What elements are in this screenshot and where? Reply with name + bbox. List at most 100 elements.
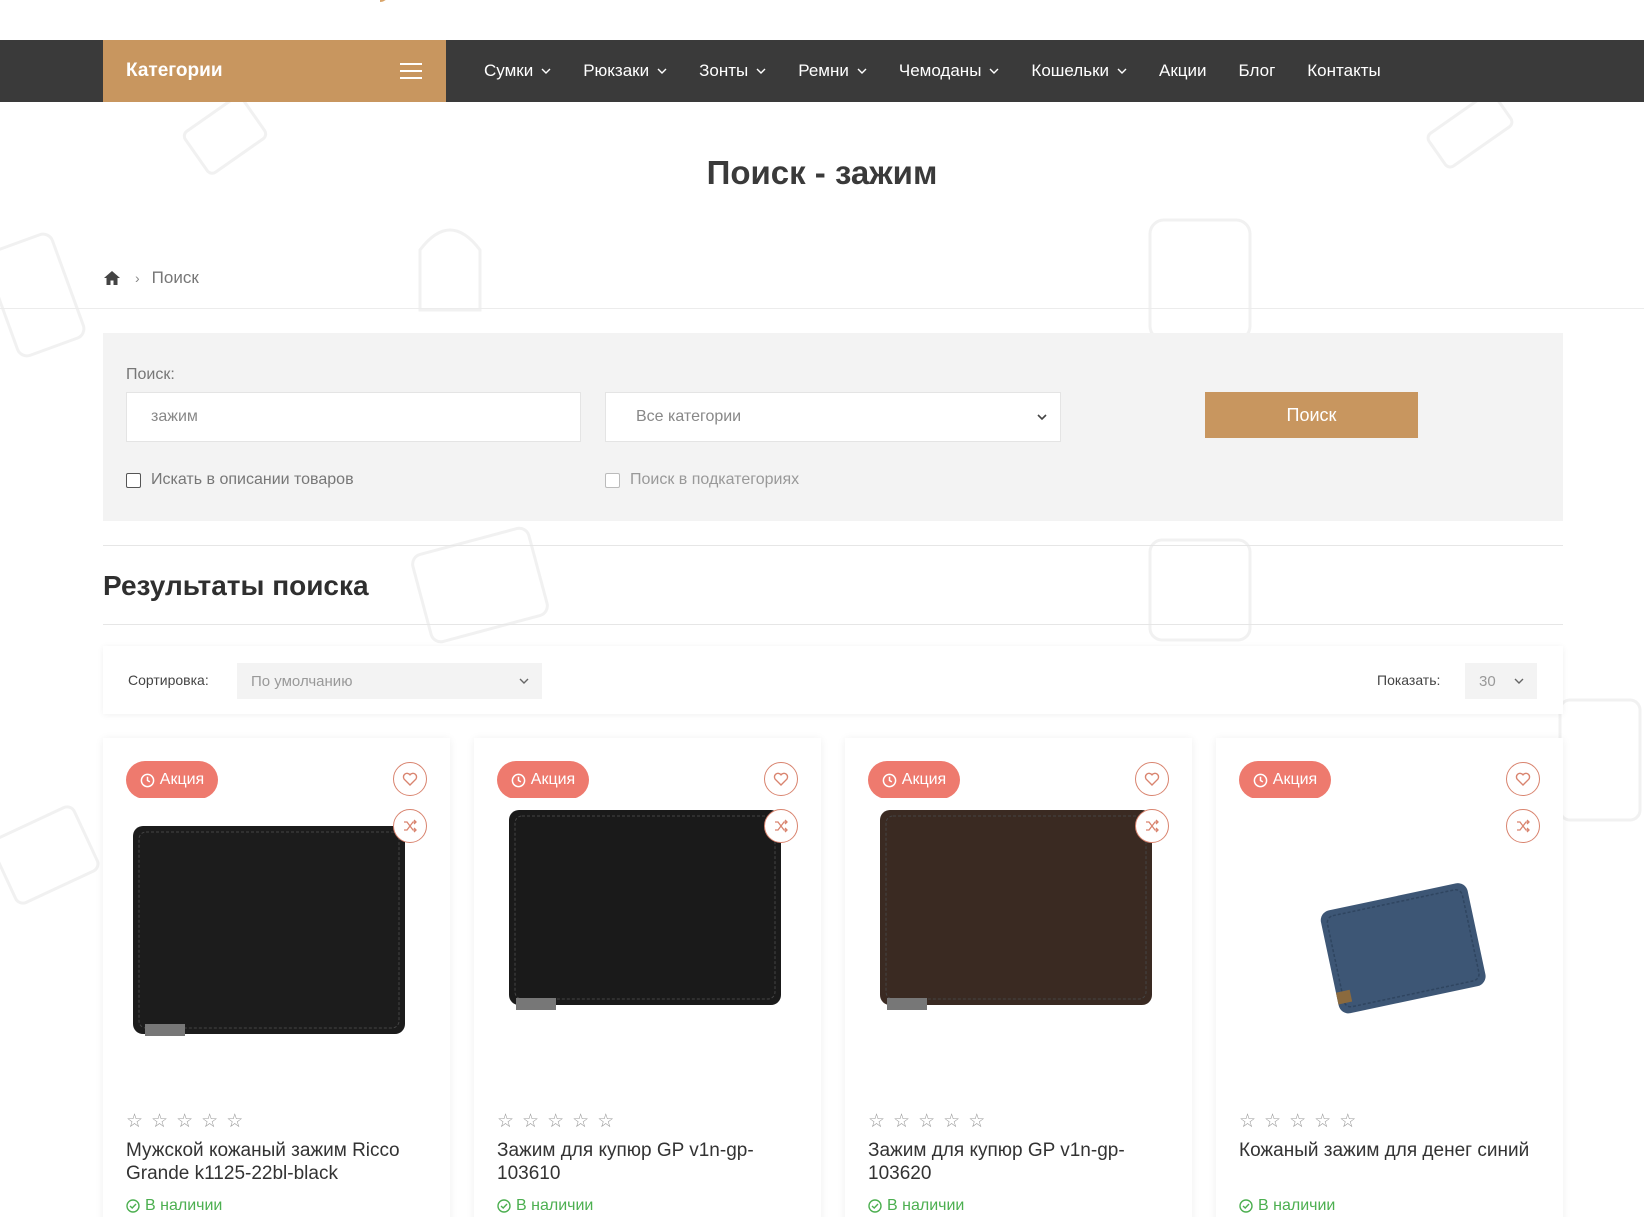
breadcrumb-separator: › [135,270,140,286]
divider [0,308,1644,309]
check-circle-icon [126,1199,140,1213]
wishlist-button[interactable] [393,762,427,796]
product-name[interactable]: Кожаный зажим для денег синий [1239,1140,1549,1163]
search-panel: Поиск: зажим Все категории Поиск Искать … [103,333,1563,521]
show-count-select[interactable]: 30 [1465,663,1537,699]
heart-icon [402,772,418,786]
chevron-down-icon [657,68,667,74]
star-icon: ☆ [597,1111,615,1132]
product-image[interactable] [484,798,811,1078]
star-icon: ☆ [943,1111,961,1132]
shuffle-icon [1146,819,1159,833]
star-icon: ☆ [201,1111,219,1132]
wishlist-button[interactable] [1506,762,1540,796]
show-count-value: 30 [1479,672,1496,690]
category-select[interactable]: Все категории [605,392,1061,442]
star-icon: ☆ [968,1111,986,1132]
clock-icon [140,773,155,787]
sale-badge-label: Акция [159,771,205,788]
star-icon: ☆ [176,1111,194,1132]
logo[interactable] [170,0,410,10]
stock-status-label: В наличии [1258,1197,1336,1214]
results-title: Результаты поиска [103,570,369,601]
search-subcategories-label: Поиск в подкатегориях [630,471,800,488]
sale-badge-label: Акция [530,771,576,788]
stock-status-label: В наличии [145,1197,223,1214]
star-icon: ☆ [226,1111,244,1132]
compare-button[interactable] [1135,809,1169,843]
product-image[interactable] [1226,798,1553,1078]
star-icon: ☆ [893,1111,911,1132]
compare-button[interactable] [393,809,427,843]
main-navbar: Категории Сумки Рюкзаки Зонты Ремни Чемо… [0,40,1644,102]
search-description-label: Искать в описании товаров [151,471,354,488]
compare-button[interactable] [764,809,798,843]
nav-item-sales[interactable]: Акции [1159,61,1207,81]
product-name[interactable]: Зажим для купюр GP v1n-gp-103620 [868,1140,1178,1186]
chevron-down-icon [1514,678,1524,684]
sale-badge: Акция [497,761,589,799]
heart-icon [1515,772,1531,786]
chevron-down-icon [541,68,551,74]
checkbox-box[interactable] [126,472,141,488]
page-title: Поиск - зажим [706,154,938,191]
checkbox-box[interactable] [605,472,620,488]
shuffle-icon [775,819,788,833]
product-name[interactable]: Мужской кожаный зажим Ricco Grande k1125… [126,1140,436,1186]
nav-item-umbrellas[interactable]: Зонты [699,61,766,81]
product-card[interactable]: Акция ☆ ☆ ☆ ☆ ☆ Зажим для купюр GP v1n-gp-10… [474,738,821,1217]
home-icon[interactable] [103,270,121,286]
product-image[interactable] [855,798,1182,1078]
wishlist-button[interactable] [764,762,798,796]
chevron-down-icon [857,68,867,74]
categories-label: Категории [126,60,223,81]
sale-badge: Акция [1239,761,1331,799]
search-description-checkbox[interactable]: Искать в описании товаров [126,471,354,489]
star-icon: ☆ [1264,1111,1282,1132]
search-subcategories-checkbox[interactable]: Поиск в подкатегориях [605,471,799,489]
star-icon: ☆ [572,1111,590,1132]
product-name[interactable]: Зажим для купюр GP v1n-gp-103610 [497,1140,807,1186]
compare-button[interactable] [1506,809,1540,843]
divider [103,624,1563,625]
rating-stars: ☆ ☆ ☆ ☆ ☆ [868,1112,993,1131]
nav-item-suitcases[interactable]: Чемоданы [899,61,1000,81]
rating-stars: ☆ ☆ ☆ ☆ ☆ [497,1112,622,1131]
stock-status: В наличии [868,1197,964,1215]
nav-item-backpacks[interactable]: Рюкзаки [583,61,667,81]
chevron-down-icon [756,68,766,74]
nav-item-blog[interactable]: Блог [1239,61,1276,81]
product-image[interactable] [113,798,440,1078]
heart-icon [1144,772,1160,786]
sort-bar: Сортировка: По умолчанию Показать: 30 [103,646,1563,714]
nav-item-wallets[interactable]: Кошельки [1031,61,1127,81]
sort-select[interactable]: По умолчанию [237,663,542,699]
check-circle-icon [868,1199,882,1213]
star-icon: ☆ [1289,1111,1307,1132]
chevron-down-icon [989,68,999,74]
stock-status: В наличии [126,1197,222,1215]
chevron-down-icon [1117,68,1127,74]
wishlist-button[interactable] [1135,762,1169,796]
stock-status-label: В наличии [887,1197,965,1214]
sort-select-value: По умолчанию [251,672,353,690]
category-select-value: Все категории [636,408,742,425]
product-card[interactable]: Акция ☆ ☆ ☆ ☆ ☆ Зажим для купюр GP v1n-gp-10… [845,738,1192,1217]
categories-menu-button[interactable]: Категории [103,40,446,102]
search-button[interactable]: Поиск [1205,392,1418,438]
divider [103,545,1563,546]
star-icon: ☆ [1314,1111,1332,1132]
stock-status-label: В наличии [516,1197,594,1214]
header-top [0,0,1644,40]
nav-item-bags[interactable]: Сумки [484,61,551,81]
stock-status: В наличии [497,1197,593,1215]
product-card[interactable]: Акция ☆ ☆ ☆ ☆ ☆ Кожаный зажим для денег сини… [1216,738,1563,1217]
search-input[interactable]: зажим [126,392,581,442]
breadcrumb: › Поиск [103,268,199,288]
nav-item-belts[interactable]: Ремни [798,61,867,81]
star-icon: ☆ [868,1111,886,1132]
product-card[interactable]: Акция ☆ ☆ ☆ ☆ ☆ Мужской кожаный зажим Ricco … [103,738,450,1217]
chevron-down-icon [519,678,529,684]
nav-item-contacts[interactable]: Контакты [1307,61,1380,81]
nav-menu: Сумки Рюкзаки Зонты Ремни Чемоданы Кошел… [484,40,1413,102]
